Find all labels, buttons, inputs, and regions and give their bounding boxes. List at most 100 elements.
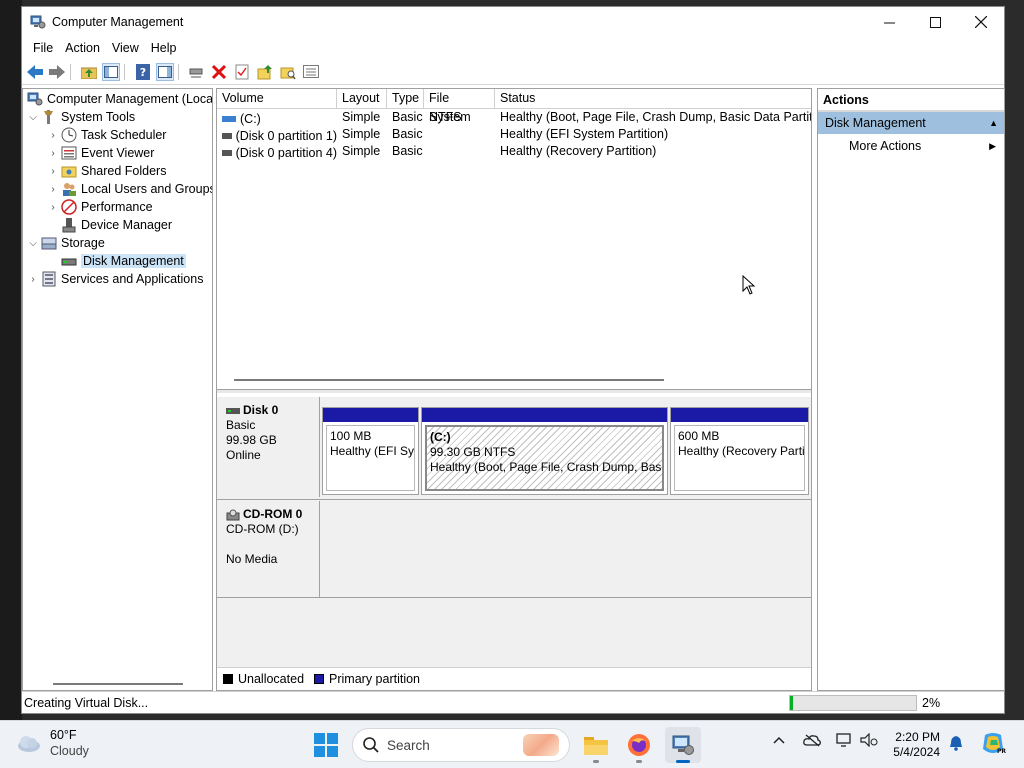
checklist-icon (235, 64, 249, 80)
desktop-edge (0, 0, 22, 720)
tree-horizontal-scrollbar[interactable] (53, 683, 183, 685)
forward-button[interactable] (48, 63, 66, 81)
tree-system-tools[interactable]: ⌵ System Tools (27, 108, 135, 126)
tree-task-scheduler-label: Task Scheduler (81, 128, 167, 142)
chevron-right-icon[interactable]: › (47, 148, 59, 159)
tree-shared-folders-label: Shared Folders (81, 164, 167, 178)
tray-onedrive[interactable] (803, 733, 821, 750)
menu-action[interactable]: Action (59, 41, 106, 55)
taskbar-computer-management[interactable] (665, 727, 701, 763)
open-button[interactable] (256, 63, 274, 81)
properties-button[interactable] (233, 63, 251, 81)
tree-root-label: Computer Management (Local (47, 92, 213, 106)
taskbar-firefox[interactable] (621, 727, 657, 763)
partition-efi[interactable]: 100 MB Healthy (EFI Sys (322, 407, 419, 495)
folder-icon (584, 737, 608, 755)
delete-x-icon (212, 65, 226, 79)
column-header-status[interactable]: Status (495, 89, 811, 109)
chevron-down-icon[interactable]: ⌵ (27, 112, 39, 123)
disk-0-type: Basic (226, 418, 256, 432)
tray-network[interactable] (836, 733, 852, 750)
chevron-down-icon[interactable]: ⌵ (27, 238, 39, 249)
actions-section-label: Disk Management (825, 116, 926, 130)
tree-services-applications[interactable]: › Services and Applications (27, 270, 203, 288)
speaker-muted-icon (860, 732, 878, 748)
shared-folder-icon (61, 163, 77, 179)
maximize-button[interactable] (912, 7, 958, 37)
tree-storage[interactable]: ⌵ Storage (27, 234, 105, 252)
tray-notifications[interactable] (949, 735, 963, 754)
close-button[interactable] (958, 7, 1004, 37)
connect-virtual-disk-button[interactable] (187, 63, 205, 81)
column-header-volume[interactable]: Volume (217, 89, 337, 109)
file-system-cell (424, 144, 495, 161)
tree-system-tools-label: System Tools (61, 110, 136, 124)
volume-row[interactable]: (Disk 0 partition 4) Simple Basic Health… (217, 144, 811, 161)
start-button[interactable] (314, 733, 338, 760)
cdrom-0-label[interactable]: CD-ROM 0 CD-ROM (D:) No Media (217, 501, 320, 597)
partition-c[interactable]: (C:) 99.30 GB NTFS Healthy (Boot, Page F… (421, 407, 668, 495)
chevron-right-icon[interactable]: › (27, 274, 39, 285)
list-icon (303, 65, 319, 78)
tree-performance[interactable]: › Performance (47, 198, 153, 216)
menu-bar: File Action View Help (22, 37, 1004, 59)
tree-task-scheduler[interactable]: › Task Scheduler (47, 126, 166, 144)
up-one-level-button[interactable] (80, 63, 98, 81)
volume-row[interactable]: (Disk 0 partition 1) Simple Basic Health… (217, 127, 811, 144)
chevron-right-icon[interactable]: › (47, 184, 59, 195)
partition-c-size: 99.30 GB NTFS (430, 445, 516, 459)
menu-view[interactable]: View (106, 41, 145, 55)
pane-splitter[interactable] (217, 389, 811, 393)
network-icon (836, 733, 851, 747)
tree-device-manager[interactable]: Device Manager (47, 216, 172, 234)
show-hide-console-tree-button[interactable] (102, 63, 120, 81)
column-header-layout[interactable]: Layout (337, 89, 387, 109)
primary-partition-swatch (314, 674, 325, 684)
delete-button[interactable] (210, 63, 228, 81)
chevron-right-icon[interactable]: › (47, 166, 59, 177)
disk-0-label[interactable]: Disk 0 Basic 99.98 GB Online (217, 397, 320, 497)
primary-partition-band (422, 408, 667, 422)
column-header-type[interactable]: Type (387, 89, 424, 109)
partition-recovery[interactable]: 600 MB Healthy (Recovery Parti (670, 407, 809, 495)
help-button[interactable]: ? (134, 63, 152, 81)
menu-help[interactable]: Help (145, 41, 183, 55)
export-list-button[interactable] (302, 63, 320, 81)
tree-root[interactable]: Computer Management (Local (25, 90, 213, 108)
cdrom-0-drive: CD-ROM (D:) (226, 522, 299, 536)
tree-shared-folders[interactable]: › Shared Folders (47, 162, 166, 180)
taskbar-clock[interactable]: 2:20 PM 5/4/2024 (888, 730, 940, 760)
chevron-right-icon[interactable]: › (47, 130, 59, 141)
mouse-cursor-icon (742, 275, 756, 295)
progress-fill (790, 696, 793, 710)
minimize-button[interactable] (866, 7, 912, 37)
volume-cell: (Disk 0 partition 4) (217, 144, 337, 161)
tray-volume[interactable] (860, 732, 878, 750)
volume-row[interactable]: (C:) Simple Basic NTFS Healthy (Boot, Pa… (217, 110, 811, 127)
tree-local-users[interactable]: › Local Users and Groups (47, 180, 212, 198)
menu-file[interactable]: File (27, 41, 59, 55)
title-bar[interactable]: Computer Management (22, 7, 1004, 37)
weather-widget[interactable]: 60°F Cloudy (16, 727, 89, 759)
more-actions-item[interactable]: More Actions ▶ (818, 134, 1004, 158)
tray-copilot[interactable]: PRE (980, 731, 1010, 760)
minimize-icon (883, 22, 895, 23)
volume-icon (222, 115, 236, 122)
explore-button[interactable] (279, 63, 297, 81)
folder-up-icon (81, 67, 97, 79)
tree-event-viewer[interactable]: › Event Viewer (47, 144, 154, 162)
back-button[interactable] (26, 63, 44, 81)
column-header-file-system[interactable]: File System (424, 89, 495, 124)
help-book-icon: ? (136, 64, 150, 80)
chevron-right-icon[interactable]: › (47, 202, 59, 213)
taskbar-search-box[interactable]: Search (352, 728, 570, 762)
taskbar-file-explorer[interactable] (578, 727, 614, 763)
collapse-up-icon[interactable]: ▲ (989, 112, 998, 134)
actions-section-disk-management[interactable]: Disk Management ▲ (818, 112, 1004, 134)
show-hidden-icons-button[interactable] (772, 733, 786, 750)
bell-icon (950, 736, 962, 751)
tree-disk-management[interactable]: Disk Management (47, 252, 186, 270)
show-hide-action-pane-button[interactable] (156, 63, 174, 81)
volume-icon (222, 149, 232, 156)
volume-list-horizontal-scrollbar[interactable] (234, 379, 664, 381)
